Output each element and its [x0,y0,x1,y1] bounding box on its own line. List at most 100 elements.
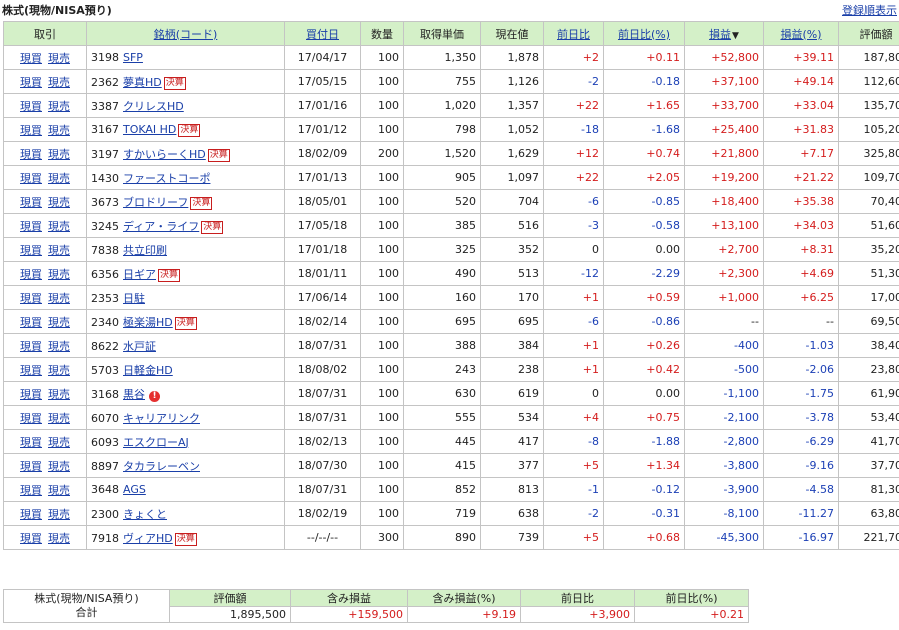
buy-link[interactable]: 現買 [20,268,42,281]
stock-name-link[interactable]: 共立印刷 [123,244,167,257]
profit-loss-pct: +31.83 [763,117,839,142]
sell-link[interactable]: 現売 [48,532,70,545]
buy-link[interactable]: 現買 [20,436,42,449]
sell-link[interactable]: 現売 [48,412,70,425]
sell-link[interactable]: 現売 [48,316,70,329]
col-change[interactable]: 前日比 [543,21,604,46]
buy-link[interactable]: 現買 [20,100,42,113]
buy-link[interactable]: 現買 [20,52,42,65]
day-change-pct: -0.58 [603,213,685,238]
stock-name-link[interactable]: きょくと [123,508,167,521]
sell-link[interactable]: 現売 [48,172,70,185]
buy-link[interactable]: 現買 [20,340,42,353]
stock-cell: 8897 タカラレーベン [86,453,285,478]
table-row: 現買 現売 7838 共立印刷 17/01/18 100 325 352 0 0.00 +2,700… [3,237,899,262]
col-date-label[interactable]: 買付日 [306,28,339,41]
buy-link[interactable]: 現買 [20,364,42,377]
trade-actions: 現買 現売 [3,501,87,526]
quantity: 100 [360,477,404,502]
buy-link[interactable]: 現買 [20,76,42,89]
col-change-pct-label[interactable]: 前日比(%) [618,28,670,41]
sell-link[interactable]: 現売 [48,388,70,401]
col-date[interactable]: 買付日 [284,21,361,46]
sell-link[interactable]: 現売 [48,484,70,497]
col-pl-label[interactable]: 損益 [709,28,731,41]
cost-price: 160 [403,285,481,310]
sell-link[interactable]: 現売 [48,76,70,89]
sell-link[interactable]: 現売 [48,220,70,233]
buy-link[interactable]: 現買 [20,148,42,161]
day-change-pct: +0.75 [603,405,685,430]
sell-link[interactable]: 現売 [48,124,70,137]
summary-h-unrealized: 含み損益 [290,589,408,607]
stock-name-link[interactable]: AGS [123,483,146,496]
buy-link[interactable]: 現買 [20,220,42,233]
col-pl[interactable]: 損益▼ [684,21,764,46]
stock-cell: 8622 水戸証 [86,333,285,358]
col-change-pct[interactable]: 前日比(%) [603,21,685,46]
sell-link[interactable]: 現売 [48,100,70,113]
sell-link[interactable]: 現売 [48,244,70,257]
buy-link[interactable]: 現買 [20,412,42,425]
trade-actions: 現買 現売 [3,309,87,334]
buy-link[interactable]: 現買 [20,172,42,185]
stock-name-link[interactable]: 日ギア [123,268,156,281]
sell-link[interactable]: 現売 [48,52,70,65]
buy-link[interactable]: 現買 [20,532,42,545]
stock-name-link[interactable]: ヴィアHD [123,532,173,545]
stock-name-link[interactable]: 極楽湯HD [123,316,173,329]
sell-link[interactable]: 現売 [48,148,70,161]
sell-link[interactable]: 現売 [48,364,70,377]
stock-name-link[interactable]: 水戸証 [123,340,156,353]
sell-link[interactable]: 現売 [48,196,70,209]
stock-name-link[interactable]: クリレスHD [123,100,184,113]
buy-link[interactable]: 現買 [20,292,42,305]
stock-name-link[interactable]: 日軽金HD [123,364,173,377]
day-change-pct: -1.68 [603,117,685,142]
sell-link[interactable]: 現売 [48,268,70,281]
sell-link[interactable]: 現売 [48,436,70,449]
buy-link[interactable]: 現買 [20,244,42,257]
buy-link[interactable]: 現買 [20,388,42,401]
col-pl-pct[interactable]: 損益(%) [763,21,839,46]
stock-name-link[interactable]: エスクローAJ [123,436,189,449]
stock-name-link[interactable]: ブロドリーフ [123,196,188,209]
stock-name-link[interactable]: ファーストコーポ [123,172,210,185]
stock-name-link[interactable]: SFP [123,51,143,64]
stock-name-link[interactable]: 夢真HD [123,76,162,89]
buy-link[interactable]: 現買 [20,124,42,137]
stock-name-link[interactable]: ディア・ライフ [123,220,199,233]
day-change: -8 [543,429,604,454]
sell-link[interactable]: 現売 [48,340,70,353]
purchase-date: 18/02/19 [284,501,361,526]
registration-order-link[interactable]: 登録順表示 [842,2,897,18]
col-name-label[interactable]: 銘柄(コード) [154,28,218,41]
stock-name-link[interactable]: タカラレーベン [123,460,200,473]
buy-link[interactable]: 現買 [20,316,42,329]
purchase-date: 17/01/18 [284,237,361,262]
trade-actions: 現買 現売 [3,333,87,358]
cost-price: 520 [403,189,481,214]
buy-link[interactable]: 現買 [20,508,42,521]
stock-name-link[interactable]: TOKAI HD [123,123,176,136]
stock-name-link[interactable]: すかいらーくHD [123,148,206,161]
trade-actions: 現買 現売 [3,429,87,454]
stock-name-link[interactable]: 黒谷 [123,388,145,401]
summary-v-change-pct: +0.21 [634,606,749,623]
current-price: 1,097 [480,165,544,190]
stock-name-link[interactable]: 日駐 [123,292,145,305]
market-value: 81,300 [838,477,899,502]
sell-link[interactable]: 現売 [48,508,70,521]
market-value: 69,500 [838,309,899,334]
trade-actions: 現買 現売 [3,117,87,142]
col-pl-pct-label[interactable]: 損益(%) [780,28,821,41]
current-price: 170 [480,285,544,310]
stock-name-link[interactable]: キャリアリンク [123,412,200,425]
col-change-label[interactable]: 前日比 [557,28,590,41]
sell-link[interactable]: 現売 [48,460,70,473]
buy-link[interactable]: 現買 [20,484,42,497]
sell-link[interactable]: 現売 [48,292,70,305]
buy-link[interactable]: 現買 [20,460,42,473]
col-name[interactable]: 銘柄(コード) [86,21,285,46]
buy-link[interactable]: 現買 [20,196,42,209]
